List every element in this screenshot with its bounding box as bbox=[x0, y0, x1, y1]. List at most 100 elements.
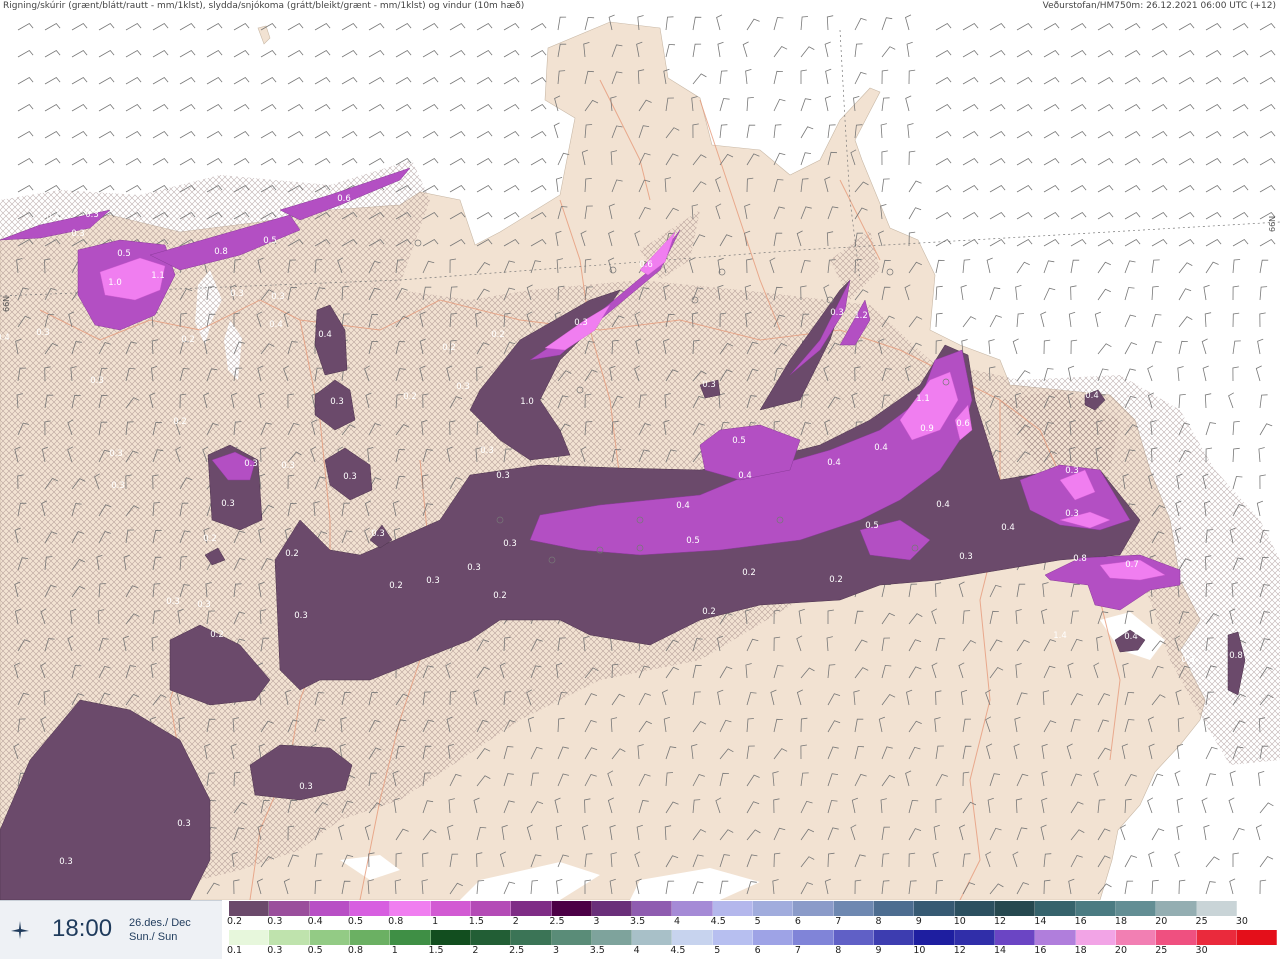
wind-barb bbox=[1151, 341, 1162, 355]
precip-value-label: 0.3 bbox=[456, 382, 470, 392]
precip-value-label: 0.2 bbox=[181, 335, 195, 345]
precip-value-label: 0.3 bbox=[467, 563, 481, 573]
wind-barb bbox=[44, 103, 61, 112]
wind-barb bbox=[1124, 211, 1141, 220]
precip-value-label: 0.3 bbox=[221, 499, 235, 509]
precip-value-label: 0.4 bbox=[1001, 523, 1015, 533]
scale-tick-label: 16 bbox=[1034, 945, 1047, 956]
scale-swatch bbox=[632, 930, 673, 945]
wind-barb bbox=[1070, 76, 1087, 85]
scale-swatch bbox=[1115, 901, 1157, 916]
wind-barb bbox=[1205, 261, 1219, 274]
wind-barb bbox=[1228, 797, 1235, 814]
wind-barb bbox=[988, 339, 995, 355]
wind-barb bbox=[17, 49, 34, 58]
wind-barb bbox=[1232, 340, 1241, 355]
wind-barb bbox=[1043, 339, 1051, 355]
precip-value-label: 0.3 bbox=[85, 210, 99, 220]
wind-barb bbox=[71, 130, 88, 139]
scale-swatch bbox=[672, 901, 713, 916]
wind-barb bbox=[71, 76, 88, 85]
scale-swatch bbox=[632, 901, 673, 916]
wind-barb bbox=[179, 130, 196, 139]
wind-barb bbox=[98, 49, 115, 58]
wind-barb bbox=[1205, 881, 1216, 895]
wind-barb bbox=[1259, 130, 1276, 139]
wind-barb bbox=[1174, 851, 1181, 868]
scale-tick-label: 30 bbox=[1235, 916, 1248, 927]
wind-barb bbox=[476, 184, 493, 193]
wind-barb bbox=[773, 17, 784, 31]
wind-barb bbox=[314, 130, 331, 139]
wind-barb bbox=[1232, 184, 1249, 193]
wind-barb bbox=[800, 126, 814, 139]
wind-barb bbox=[287, 157, 304, 166]
precip-value-label: 0.2 bbox=[491, 330, 505, 340]
wind-barb bbox=[206, 103, 223, 112]
wind-barb bbox=[530, 22, 547, 31]
wind-barb bbox=[530, 76, 547, 85]
precip-value-label: 0.4 bbox=[0, 333, 10, 343]
wind-barb bbox=[1097, 49, 1114, 58]
scale-tick-label: 8 bbox=[875, 916, 882, 927]
wind-barb bbox=[1205, 49, 1222, 58]
wind-barb bbox=[1232, 476, 1243, 490]
wind-barb bbox=[206, 130, 223, 139]
wind-barb bbox=[1259, 879, 1267, 895]
wind-barb bbox=[1151, 211, 1168, 220]
wind-barb bbox=[906, 41, 913, 58]
precip-value-label: 0.3 bbox=[177, 819, 191, 829]
wind-barb bbox=[341, 130, 358, 139]
precip-value-label: 0.3 bbox=[503, 539, 517, 549]
wind-barb bbox=[553, 122, 560, 139]
wind-barb bbox=[1259, 49, 1276, 58]
wind-barb bbox=[314, 157, 331, 166]
wind-barb bbox=[1124, 76, 1141, 85]
wind-barb bbox=[1178, 879, 1186, 895]
wind-barb bbox=[1097, 238, 1114, 247]
wind-barb bbox=[1043, 49, 1060, 58]
wind-barb bbox=[989, 287, 1001, 301]
wind-barb bbox=[935, 184, 952, 193]
wind-barb bbox=[71, 157, 88, 166]
wind-barb bbox=[908, 207, 922, 220]
wind-barb bbox=[1232, 211, 1249, 220]
precip-value-label: 0.5 bbox=[686, 536, 700, 546]
wind-barb bbox=[1151, 286, 1159, 301]
wind-barb bbox=[341, 22, 358, 31]
wind-barb bbox=[1124, 855, 1138, 868]
scale-tick-label: 4.5 bbox=[670, 945, 686, 956]
wind-barb bbox=[1178, 288, 1192, 301]
wind-barb bbox=[260, 49, 277, 58]
wind-barb bbox=[1148, 851, 1155, 868]
wind-barb bbox=[719, 98, 730, 112]
scale-swatch bbox=[753, 930, 794, 945]
scale-swatch bbox=[309, 930, 350, 945]
wind-barb bbox=[1070, 211, 1087, 220]
wind-barb bbox=[1070, 238, 1087, 247]
wind-barb bbox=[260, 76, 277, 85]
wind-barb bbox=[17, 76, 34, 85]
wind-barb bbox=[773, 98, 786, 112]
wind-barb bbox=[746, 18, 760, 31]
wind-barb bbox=[44, 49, 61, 58]
wind-barb bbox=[1176, 824, 1183, 841]
precip-value-label: 0.2 bbox=[493, 591, 507, 601]
scale-tick-label: 0.2 bbox=[226, 916, 243, 927]
wind-barb bbox=[880, 123, 887, 139]
wind-barb bbox=[449, 157, 466, 166]
wind-barb bbox=[1259, 802, 1274, 814]
wind-barb bbox=[530, 49, 547, 58]
scale-swatch bbox=[672, 930, 713, 945]
scale-tick-label: 6 bbox=[794, 916, 801, 927]
wind-barb bbox=[935, 285, 943, 301]
wind-barb bbox=[71, 49, 88, 58]
scale-swatch bbox=[430, 901, 471, 916]
wind-barb bbox=[206, 22, 223, 31]
precip-value-label: 0.3 bbox=[71, 229, 85, 239]
scale-tick-label: 12 bbox=[994, 916, 1007, 927]
wind-barb bbox=[1151, 314, 1162, 328]
wind-barb bbox=[935, 238, 952, 247]
wind-barb bbox=[1257, 338, 1264, 355]
wind-barb bbox=[881, 150, 888, 166]
